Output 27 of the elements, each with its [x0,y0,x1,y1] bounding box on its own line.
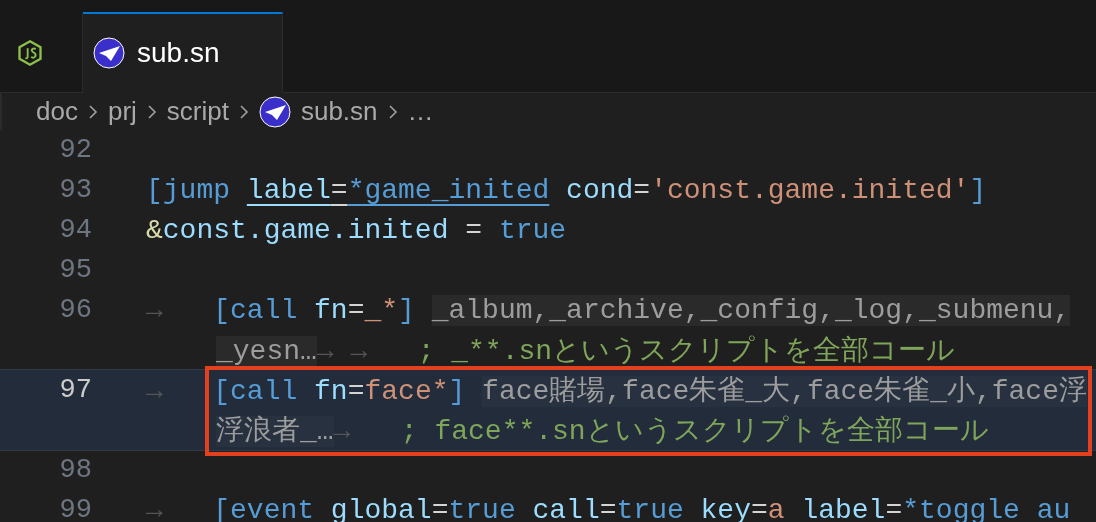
breadcrumb-item[interactable]: script [166,96,229,127]
line-number: 93 [59,175,92,205]
code-line: 浮浪者_…→ ; face**.snというスクリプトを全部コール [216,414,989,449]
paper-plane-icon [93,37,125,69]
hexagon-icon [16,39,44,67]
line-number: 96 [59,295,92,325]
breadcrumb-item[interactable]: prj [107,96,137,127]
breadcrumb-item[interactable]: sub.sn [300,96,378,127]
line-number: 95 [59,255,92,285]
line-number: 92 [59,135,92,165]
code-line: _yesn…→ → ; _**.snというスクリプトを全部コール [216,334,956,369]
chevron-right-icon [87,102,98,121]
code-line: &const.game.inited = true [146,214,567,246]
chevron-right-icon [146,102,157,121]
paper-plane-icon [258,95,291,128]
line-number: 94 [59,215,92,245]
chevron-right-icon [238,102,249,121]
code-line: [jump label=*game_inited cond='const.game.inited'] [146,174,987,206]
chevron-right-icon [387,102,398,121]
breadcrumb-item[interactable]: … [407,96,434,127]
line-number: 99 [59,495,92,522]
breadcrumb-item[interactable]: doc [36,96,78,127]
code-line: → [call fn=_*] _album,_archive,_config,_log,_submenu, [146,294,1071,326]
line-number: 98 [59,455,92,485]
editor-tab[interactable]: sub.sn [83,12,283,93]
line-number: 97 [59,375,92,405]
code-line: → [call fn=face*] face賭場,face朱雀_大,face朱雀_小,face浮 [146,375,1087,409]
